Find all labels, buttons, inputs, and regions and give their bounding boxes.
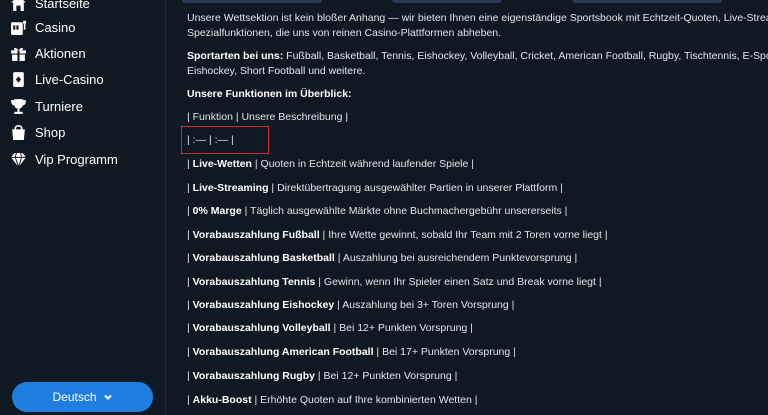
trophy-icon (10, 98, 27, 115)
table-row: | Live-Wetten | Quoten in Echtzeit währe… (187, 158, 474, 170)
table-row: | 0% Marge | Täglich ausgewählte Märkte … (187, 205, 568, 217)
feature-name: Akku-Boost (192, 394, 252, 406)
feature-name: Vorabauszahlung Rugby (192, 370, 315, 382)
feature-description: | Bei 12+ Punkten Vorsprung | (330, 322, 473, 334)
sports-list-line-2: Eishockey, Short Football und weitere. (187, 65, 366, 77)
table-row: | Vorabauszahlung Eishockey | Auszahlung… (187, 299, 515, 311)
content-area: Unsere Wettsektion ist kein bloßer Anhan… (181, 0, 768, 415)
sidebar: Startseite Casino Aktionen Live-Casino T… (0, 0, 166, 415)
sidebar-item-label: Startseite (35, 0, 90, 11)
feature-name: 0% Marge (192, 205, 242, 217)
table-row: | Vorabauszahlung Basketball | Auszahlun… (187, 252, 578, 264)
feature-description: | Gewinn, wenn Ihr Spieler einen Satz un… (315, 276, 602, 288)
sports-list: Fußball, Basketball, Tennis, Eishockey, … (283, 50, 768, 62)
feature-description: | Bei 17+ Punkten Vorsprung | (373, 346, 516, 358)
table-row: | Vorabauszahlung Volleyball | Bei 12+ P… (187, 322, 473, 334)
feature-description: | Bei 12+ Punkten Vorsprung | (314, 370, 458, 382)
language-label: Deutsch (52, 390, 97, 404)
feature-description: | Auszahlung bei 3+ Toren Vorsprung | (334, 299, 515, 311)
diamond-icon (10, 151, 27, 168)
sports-label: Sportarten bei uns: (187, 50, 284, 62)
feature-name: Vorabauszahlung Eishockey (192, 299, 335, 311)
sidebar-item-turniere[interactable]: Turniere (10, 95, 83, 117)
sidebar-item-vip-programm[interactable]: Vip Programm (10, 148, 118, 170)
sports-paragraph: Sportarten bei uns: Fußball, Basketball,… (187, 48, 768, 64)
playing-card-icon (10, 71, 27, 88)
feature-name: Vorabauszahlung Fußball (192, 229, 320, 241)
chevron-down-icon (103, 394, 112, 400)
feature-name: Vorabauszahlung Basketball (192, 252, 335, 264)
feature-name: Live-Streaming (192, 182, 269, 194)
sidebar-item-label: Vip Programm (35, 151, 118, 167)
sidebar-item-shop[interactable]: Shop (10, 121, 65, 143)
feature-description: | Quoten in Echtzeit während laufender S… (251, 158, 474, 170)
feature-description: | Direktübertragung ausgewählter Partien… (268, 182, 563, 194)
intro-text-line-2: Spezialfunktionen, die uns von reinen Ca… (187, 27, 502, 39)
feature-name: Vorabauszahlung Tennis (192, 276, 316, 288)
table-row: | Akku-Boost | Erhöhte Quoten auf Ihre k… (187, 394, 478, 406)
shopping-bag-icon (10, 124, 27, 141)
feature-name: Live-Wetten (192, 158, 252, 170)
feature-name: Vorabauszahlung American Football (192, 346, 374, 358)
feature-description: | Ihre Wette gewinnt, sobald Ihr Team mi… (319, 229, 608, 241)
highlight-box (181, 126, 269, 154)
table-row: | Vorabauszahlung Fußball | Ihre Wette g… (187, 229, 608, 241)
language-select-button[interactable]: Deutsch (12, 382, 153, 412)
sidebar-item-label: Turniere (35, 98, 83, 114)
sidebar-item-label: Shop (35, 124, 66, 140)
feature-description: | Erhöhte Quoten auf Ihre kombinierten W… (251, 394, 478, 406)
feature-description: | Täglich ausgewählte Märkte ohne Buchma… (241, 205, 568, 217)
sidebar-item-aktionen[interactable]: Aktionen (10, 42, 86, 64)
sidebar-item-label: Casino (35, 19, 76, 35)
table-row: | Live-Streaming | Direktübertragung aus… (187, 182, 563, 194)
table-row: | Vorabauszahlung Tennis | Gewinn, wenn … (187, 276, 602, 288)
feature-description: | Auszahlung bei ausreichendem Punktevor… (334, 252, 578, 264)
slot-machine-icon (10, 19, 27, 36)
sidebar-item-startseite[interactable]: Startseite (10, 0, 90, 14)
sidebar-item-live-casino[interactable]: Live-Casino (10, 68, 104, 90)
home-icon (10, 0, 27, 12)
sidebar-scrollbar[interactable] (166, 0, 172, 415)
sidebar-item-label: Live-Casino (35, 71, 104, 87)
table-row: | Vorabauszahlung Rugby | Bei 12+ Punkte… (187, 370, 458, 382)
features-heading: Unsere Funktionen im Überblick: (187, 88, 352, 100)
table-header-row: | Funktion | Unsere Beschreibung | (187, 111, 349, 123)
sidebar-item-label: Aktionen (35, 45, 86, 61)
intro-text-line-1: Unsere Wettsektion ist kein bloßer Anhan… (187, 12, 768, 24)
table-row: | Vorabauszahlung American Football | Be… (187, 346, 516, 358)
sidebar-item-casino[interactable]: Casino (10, 16, 75, 38)
gift-icon (10, 45, 27, 62)
feature-name: Vorabauszahlung Volleyball (192, 322, 331, 334)
